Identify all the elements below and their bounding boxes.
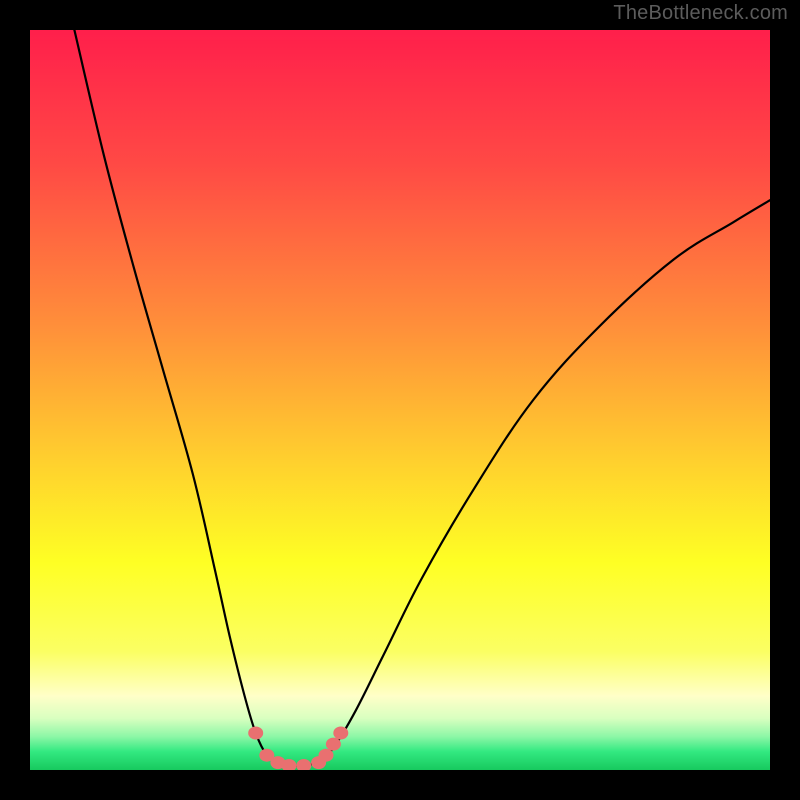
data-marker xyxy=(319,749,334,762)
data-marker xyxy=(296,759,311,770)
chart-frame: TheBottleneck.com xyxy=(0,0,800,800)
plot-area xyxy=(30,30,770,770)
data-marker xyxy=(326,738,341,751)
data-marker xyxy=(248,727,263,740)
watermark-text: TheBottleneck.com xyxy=(613,2,788,25)
curve-right-branch xyxy=(319,200,770,762)
data-marker xyxy=(333,727,348,740)
curve-left-branch xyxy=(74,30,278,763)
curve-layer xyxy=(30,30,770,770)
